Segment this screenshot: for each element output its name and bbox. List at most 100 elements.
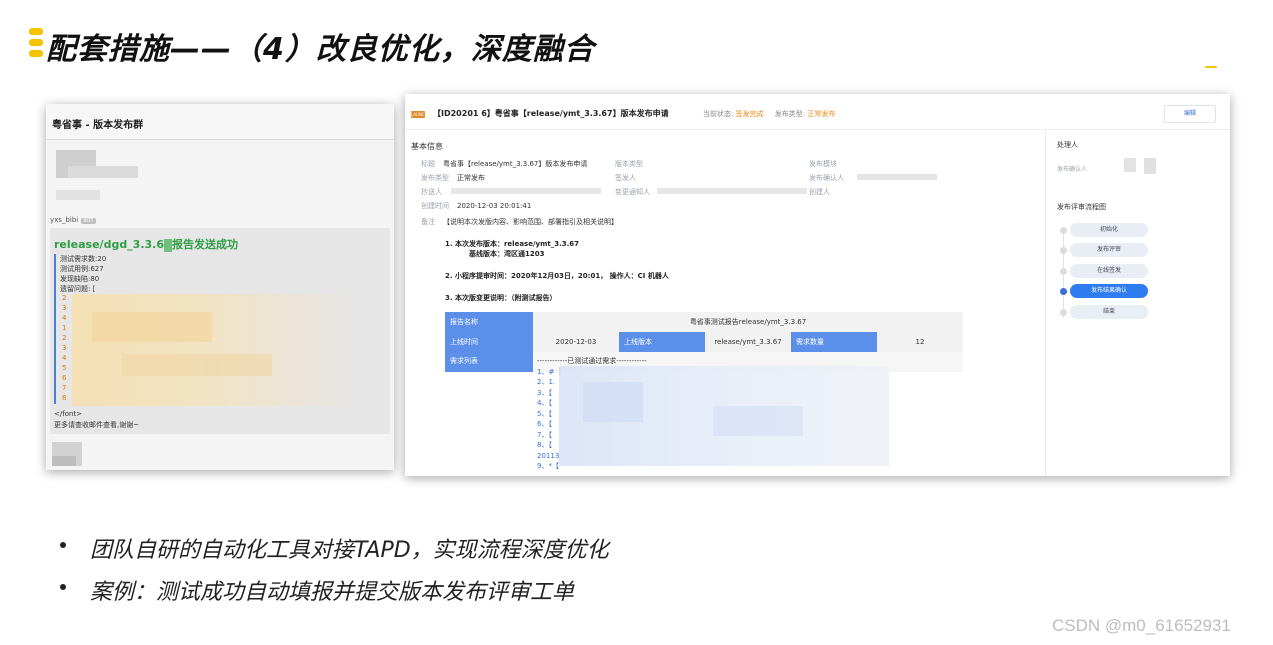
row-number: 3 xyxy=(62,304,67,312)
message-branch: release/dgd_3.3.6 xyxy=(54,238,165,251)
field-confirmer: 发布确认人 xyxy=(809,173,844,183)
table-cell: release/ymt_3.3.67 xyxy=(705,332,791,352)
slide-title: 配套措施——（4）改良优化，深度融合 xyxy=(46,32,595,67)
row-number: 1 xyxy=(62,324,67,332)
blurred-block xyxy=(657,188,807,194)
flow-dot xyxy=(1060,247,1067,254)
chat-sender: yxs_bibi BOT xyxy=(50,216,96,224)
blurred-avatar xyxy=(1144,158,1156,174)
blurred-block xyxy=(713,406,803,436)
table-cell: 12 xyxy=(877,332,963,352)
handler-sub: 发布确认人 xyxy=(1057,166,1088,173)
flow-step-confirm[interactable]: 发布结果确认 xyxy=(1070,284,1148,298)
flow-title: 发布评审流程图 xyxy=(1057,203,1106,211)
field-cc: 抄送人 xyxy=(421,187,442,197)
sender-name: yxs_bibi xyxy=(50,216,79,224)
row-number: 4 xyxy=(62,354,67,362)
flow-step-sign[interactable]: 在线签发 xyxy=(1070,264,1148,278)
watermark: CSDN @m0_61652931 xyxy=(1052,616,1231,635)
message-footer-tag: </font> xyxy=(54,410,83,418)
body-line: 3. 本次版变更说明：（附测试报告） xyxy=(445,294,557,302)
stats-block: 测试需求数:20 测试用例:627 发现缺陷:80 遗留问题: [ 2 3 4 … xyxy=(54,254,384,406)
chat-screenshot: 粤省事 - 版本发布群 yxs_bibi BOT release/dgd_3.3.… xyxy=(46,104,394,470)
handler-title: 处理人 xyxy=(1057,141,1078,149)
row-number: 5 xyxy=(62,364,67,372)
bullet-text: 案例：测试成功自动填报并提交版本发布评审工单 xyxy=(90,580,575,605)
field-signer: 签发人 xyxy=(615,173,636,183)
ticket-title: 【ID20201 6】粤省事【release/ymt_3.3.67】版本发布申请 xyxy=(433,109,669,118)
row-number: 2 xyxy=(62,334,67,342)
stat-line: 遗留问题: [ xyxy=(60,285,96,293)
message-title: release/dgd_3.3.6 报告发送成功 xyxy=(54,236,238,252)
field-value: 粤省事【release/ymt_3.3.67】版本发布申请 xyxy=(443,160,588,168)
blurred-block xyxy=(68,166,138,178)
row-number: 6 xyxy=(62,374,67,382)
field-value: 2020-12-03 20:01:41 xyxy=(457,202,532,210)
table-cell: 上线版本 xyxy=(619,332,705,352)
blurred-block xyxy=(56,190,100,200)
release-type-value: 正常发布 xyxy=(807,110,836,118)
bullet-text: 团队自研的自动化工具对接TAPD，实现流程深度优化 xyxy=(90,538,609,563)
body-line: 1. 本次发布版本：release/ymt_3.3.67 xyxy=(445,240,580,248)
message-status: 报告发送成功 xyxy=(172,238,239,251)
flow-step-review[interactable]: 发布评审 xyxy=(1070,243,1148,257)
field-notify: 变更通知人 xyxy=(615,187,650,197)
field-release-type: 发布类型 正常发布 xyxy=(421,173,485,183)
sender-tag: BOT xyxy=(81,218,96,224)
tapd-screenshot: LAUNCH 【ID20201 6】粤省事【release/ymt_3.3.67… xyxy=(405,94,1230,476)
status-value: 签发完成 xyxy=(735,110,764,118)
chat-message: release/dgd_3.3.6 报告发送成功 测试需求数:20 测试用例:62… xyxy=(50,228,390,434)
blurred-block xyxy=(72,294,362,406)
flow-dot xyxy=(1060,268,1067,275)
status-label: 当前状态: xyxy=(703,110,734,118)
field-label: 发布模块 xyxy=(809,160,837,168)
field-module: 发布模块 xyxy=(809,159,837,169)
stat-line: 发现缺陷:80 xyxy=(60,275,100,283)
table-cell: 上线时间 xyxy=(445,332,533,352)
corner-accent xyxy=(1205,66,1217,68)
blurred-block xyxy=(857,174,937,180)
field-label: 发布确认人 xyxy=(809,174,844,182)
field-value: 正常发布 xyxy=(457,174,485,182)
edit-button[interactable]: 编辑 xyxy=(1164,105,1216,123)
field-label: 发布类型 xyxy=(421,174,449,182)
table-row: 需求列表 ------------已测试通过需求------------ 1、#… xyxy=(445,352,963,470)
body-line: 2. 小程序提审时间：2020年12月03日，20:01， 操作人：CI 机器人 xyxy=(445,272,669,280)
field-version-type: 版本类型 xyxy=(615,159,643,169)
row-number: 3 xyxy=(62,344,67,352)
flow-dot-active xyxy=(1060,288,1067,295)
field-created: 创建时间 2020-12-03 20:01:41 xyxy=(421,201,531,211)
ticket-status: 当前状态: 签发完成 发布类型: 正常发布 xyxy=(703,109,835,119)
field-label: 签发人 xyxy=(615,174,636,182)
flow-step-init[interactable]: 初始化 xyxy=(1070,223,1148,237)
body-line: 基线版本：湾区通1203 xyxy=(469,250,545,258)
flow-dot xyxy=(1060,309,1067,316)
side-panel: 处理人 发布确认人 发布评审流程图 初始化 发布评审 在线签发 发布结果确认 结… xyxy=(1045,130,1230,476)
flow-dot xyxy=(1060,227,1067,234)
blurred-block xyxy=(451,188,601,194)
blurred-block xyxy=(52,456,76,466)
blurred-block xyxy=(583,382,643,422)
table-row: 上线时间 2020-12-03 上线版本 release/ymt_3.3.67 … xyxy=(445,332,963,352)
field-value: 【说明本次发版内容、影响范围、部署指引及相关说明】 xyxy=(443,218,618,226)
field-creator: 创建人 xyxy=(809,187,830,197)
stat-line: 测试用例:627 xyxy=(60,265,104,273)
report-table: 报告名称 粤省事测试报告release/ymt_3.3.67 上线时间 2020… xyxy=(445,312,963,470)
redaction-mask xyxy=(164,238,173,252)
blurred-avatar xyxy=(1124,158,1136,172)
field-label: 标题 xyxy=(421,160,435,168)
chat-group-title: 粤省事 - 版本发布群 xyxy=(46,104,394,140)
field-label: 抄送人 xyxy=(421,188,442,196)
stat-line: 测试需求数:20 xyxy=(60,255,107,263)
logo-icon xyxy=(28,28,44,62)
blurred-block xyxy=(92,312,212,342)
row-number: 8 xyxy=(62,394,67,402)
table-cell: 需求数量 xyxy=(791,332,877,352)
field-label: 版本类型 xyxy=(615,160,643,168)
table-cell: 2020-12-03 xyxy=(533,332,619,352)
table-cell: 粤省事测试报告release/ymt_3.3.67 xyxy=(533,312,963,332)
table-row: 报告名称 粤省事测试报告release/ymt_3.3.67 xyxy=(445,312,963,332)
flow-step-end[interactable]: 结束 xyxy=(1070,305,1148,319)
tapd-header: LAUNCH 【ID20201 6】粤省事【release/ymt_3.3.67… xyxy=(405,94,1230,130)
type-badge: LAUNCH xyxy=(411,111,428,118)
